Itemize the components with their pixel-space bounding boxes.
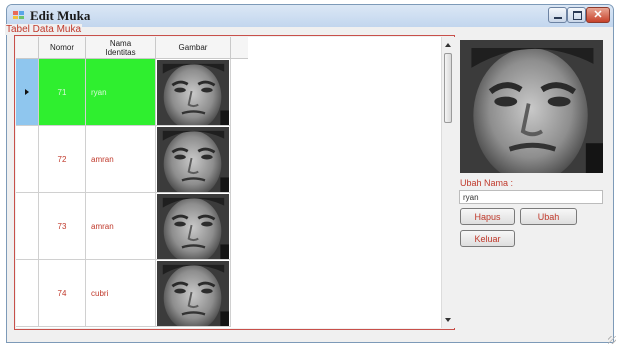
cell-gambar[interactable]: [156, 126, 231, 193]
resize-grip-icon[interactable]: [608, 336, 616, 344]
hapus-button[interactable]: Hapus: [460, 208, 515, 225]
table-row[interactable]: 74 cubri: [16, 260, 248, 327]
face-thumbnail-image: [157, 194, 229, 259]
form-icon: [13, 11, 24, 19]
minimize-icon: [554, 17, 562, 19]
face-thumbnail-image: [157, 261, 229, 326]
window-title: Edit Muka: [30, 8, 91, 23]
row-header[interactable]: [16, 59, 39, 126]
current-row-arrow-icon: [25, 89, 29, 95]
cell-nomor[interactable]: 73: [39, 193, 86, 260]
table-row[interactable]: 71 ryan: [16, 59, 248, 126]
face-preview-image: [460, 40, 603, 173]
scroll-thumb[interactable]: [444, 53, 452, 123]
ubah-nama-label: Ubah Nama :: [460, 178, 514, 188]
scroll-up-arrow-icon[interactable]: [445, 43, 451, 47]
title-bar: Edit Muka ✕: [7, 5, 613, 27]
minimize-button[interactable]: [548, 7, 567, 23]
name-input[interactable]: [459, 190, 603, 204]
face-data-grid[interactable]: Nomor Nama Identitas Gambar 71 ryan 72 a…: [16, 37, 452, 328]
column-header-nomor[interactable]: Nomor: [39, 37, 86, 59]
column-header-gambar[interactable]: Gambar: [156, 37, 231, 59]
face-thumbnail-image: [157, 60, 229, 125]
row-header-corner: [16, 37, 39, 59]
maximize-icon: [573, 11, 582, 20]
close-button[interactable]: ✕: [586, 7, 610, 23]
cell-nomor[interactable]: 71: [39, 59, 86, 126]
face-preview-graphic: [460, 40, 603, 173]
cell-gambar[interactable]: [156, 193, 231, 260]
vertical-scrollbar[interactable]: [441, 37, 455, 328]
scroll-down-arrow-icon[interactable]: [445, 318, 451, 322]
cell-nomor[interactable]: 72: [39, 126, 86, 193]
table-row[interactable]: 73 amran: [16, 193, 248, 260]
cell-nama[interactable]: cubri: [86, 260, 156, 327]
cell-nama[interactable]: ryan: [86, 59, 156, 126]
close-icon: ✕: [593, 9, 603, 21]
table-row[interactable]: 72 amran: [16, 126, 248, 193]
ubah-button[interactable]: Ubah: [520, 208, 577, 225]
header-spacer: [231, 37, 248, 59]
cell-gambar[interactable]: [156, 59, 231, 126]
column-header-nama-identitas[interactable]: Nama Identitas: [86, 37, 156, 59]
maximize-button[interactable]: [567, 7, 586, 23]
keluar-button[interactable]: Keluar: [460, 230, 515, 247]
cell-gambar[interactable]: [156, 260, 231, 327]
grid-header: Nomor Nama Identitas Gambar: [16, 37, 248, 59]
cell-nama[interactable]: amran: [86, 126, 156, 193]
row-header[interactable]: [16, 126, 39, 193]
face-thumbnail-image: [157, 127, 229, 192]
cell-nama[interactable]: amran: [86, 193, 156, 260]
grid-body: 71 ryan 72 amran 73 amran 74 cubri: [16, 59, 452, 328]
cell-nomor[interactable]: 74: [39, 260, 86, 327]
group-box-legend: Tabel Data Muka: [5, 24, 83, 35]
row-header[interactable]: [16, 193, 39, 260]
row-header[interactable]: [16, 260, 39, 327]
